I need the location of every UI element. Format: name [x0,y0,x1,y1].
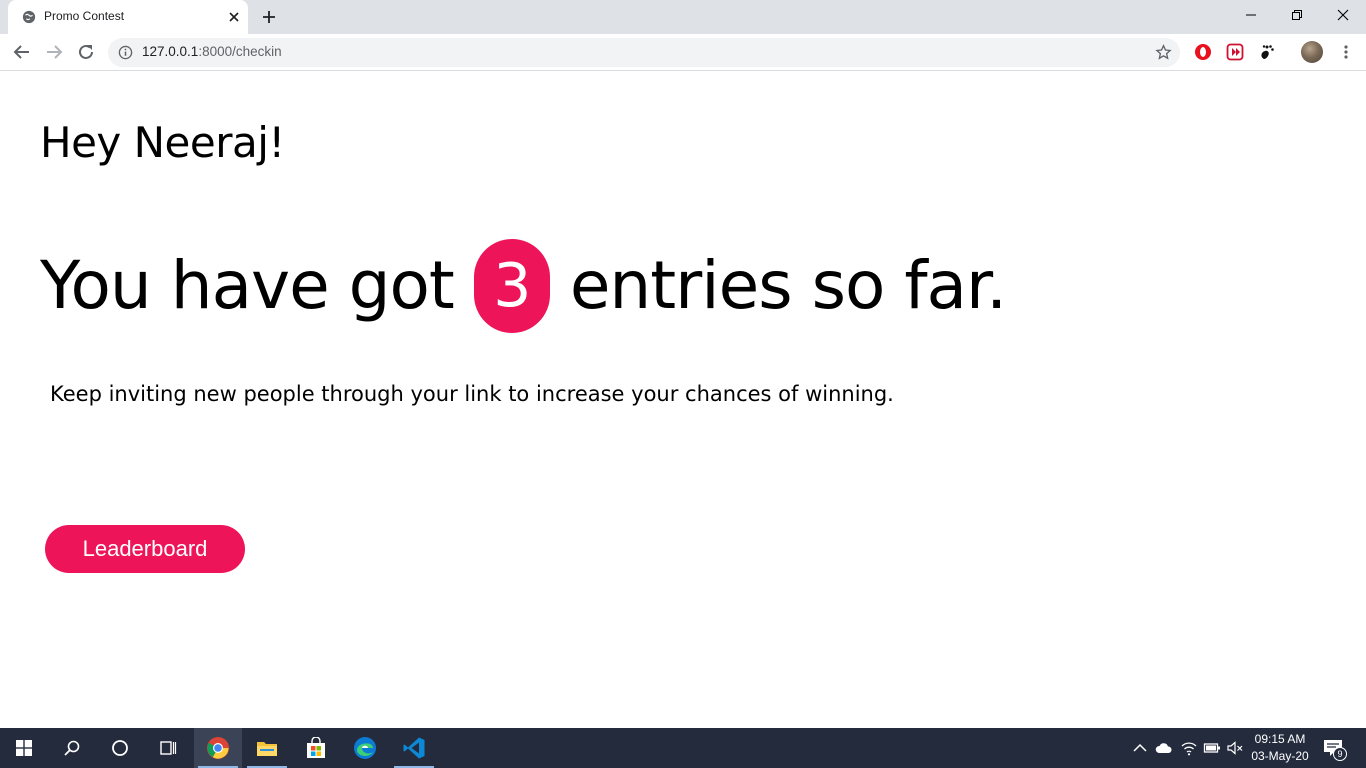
battery-icon[interactable] [1203,739,1221,757]
browser-toolbar: 127.0.0.1:8000/checkin [0,34,1366,71]
url-text: 127.0.0.1:8000/checkin [142,44,282,59]
page-content: Hey Neeraj! You have got 3 entries so fa… [0,72,1366,728]
minimize-icon [1246,14,1256,16]
task-view-button[interactable] [144,728,192,768]
windows-logo-icon [16,740,32,756]
taskbar-edge[interactable] [341,728,389,768]
headline-prefix: You have got [40,247,455,324]
profile-avatar[interactable] [1301,41,1323,63]
task-view-icon [160,741,177,755]
onedrive-cloud-icon[interactable] [1155,739,1173,757]
clock-time: 09:15 AM [1254,732,1306,746]
taskbar-store[interactable] [292,728,340,768]
reload-button[interactable] [76,42,96,62]
close-tab-icon[interactable] [226,9,242,25]
entries-count-badge: 3 [473,239,550,333]
forward-button[interactable] [44,42,64,62]
address-bar[interactable]: 127.0.0.1:8000/checkin [108,38,1180,67]
reload-icon [79,44,93,59]
url-path: :8000/checkin [198,44,282,59]
notification-count-badge: 9 [1333,747,1347,761]
store-bag-icon [307,737,325,758]
globe-icon [22,10,36,24]
back-button[interactable] [12,42,32,62]
cortana-button[interactable] [96,728,144,768]
headline-suffix: entries so far. [569,247,1007,324]
minimize-button[interactable] [1228,0,1274,30]
wifi-icon[interactable] [1180,739,1198,757]
taskbar-chrome[interactable] [194,728,242,768]
chevron-up-icon[interactable] [1131,739,1149,757]
gnome-extension-icon[interactable] [1258,43,1276,61]
forward-arrow-icon [47,45,63,59]
cortana-circle-icon [112,740,128,756]
entries-headline: You have got 3 entries so far. [40,236,1007,336]
restore-icon [1292,10,1302,20]
tab-title: Promo Contest [44,9,125,23]
info-icon[interactable] [118,45,133,60]
media-extension-icon[interactable] [1226,43,1244,61]
folder-icon [257,742,277,756]
start-button[interactable] [0,728,48,768]
taskbar-vscode[interactable] [390,728,438,768]
volume-muted-icon[interactable] [1226,739,1244,757]
new-tab-icon[interactable] [260,8,278,26]
close-window-button[interactable] [1320,0,1366,30]
search-icon [64,740,80,756]
clock-date: 03-May-20 [1251,749,1309,763]
greeting-heading: Hey Neeraj! [40,118,285,167]
browser-tab-strip: Promo Contest [0,0,1366,34]
restore-button[interactable] [1274,0,1320,30]
taskbar-file-explorer[interactable] [243,728,291,768]
back-arrow-icon [13,45,29,59]
windows-taskbar: 09:15 AM 03-May-20 9 [0,728,1366,768]
vscode-icon [403,737,425,759]
url-host: 127.0.0.1 [142,44,199,59]
opera-extension-icon[interactable] [1194,43,1212,61]
system-clock[interactable]: 09:15 AM 03-May-20 [1244,731,1316,765]
bookmark-star-icon[interactable] [1155,44,1172,61]
invite-message: Keep inviting new people through your li… [50,382,894,406]
leaderboard-button[interactable]: Leaderboard [45,525,245,573]
chrome-icon [207,737,229,759]
browser-tab[interactable]: Promo Contest [8,0,248,34]
search-button[interactable] [48,728,96,768]
close-icon [1337,9,1349,21]
kebab-menu-icon[interactable] [1338,44,1354,60]
edge-icon [354,737,376,759]
